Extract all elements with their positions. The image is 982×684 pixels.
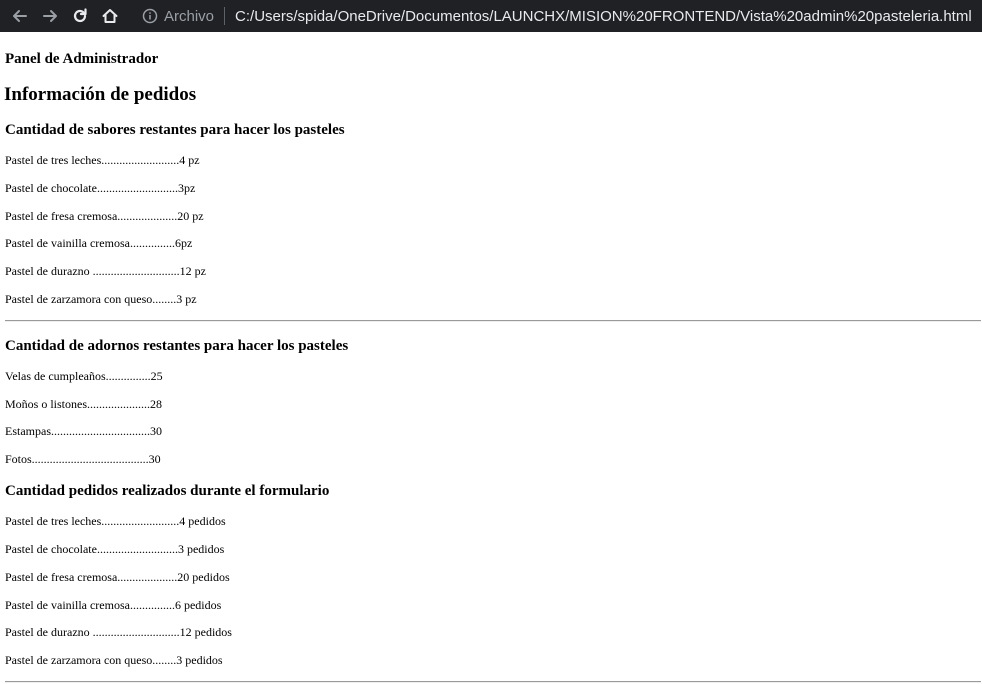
list-item: Pastel de zarzamora con queso........3 p… <box>5 653 223 667</box>
address-bar[interactable]: C:/Users/spida/OneDrive/Documentos/LAUNC… <box>235 8 972 25</box>
list-item: Velas de cumpleaños...............25 <box>5 369 163 383</box>
info-icon <box>142 8 158 24</box>
divider <box>5 320 981 322</box>
section-title-adornos: Cantidad de adornos restantes para hacer… <box>5 338 349 354</box>
address-separator <box>224 7 226 25</box>
arrow-right-icon <box>43 10 57 22</box>
list-item: Fotos...................................… <box>5 452 161 466</box>
home-button[interactable] <box>98 4 122 28</box>
divider <box>5 681 981 683</box>
panel-title: Panel de Administrador <box>5 51 159 67</box>
reload-icon <box>73 8 87 23</box>
arrow-left-icon <box>13 10 27 22</box>
list-item: Pastel de fresa cremosa.................… <box>5 209 204 223</box>
list-item: Pastel de zarzamora con queso........3 p… <box>5 292 197 306</box>
section-title-pedidos: Cantidad pedidos realizados durante el f… <box>5 483 330 499</box>
list-item: Pastel de durazno ......................… <box>5 625 232 639</box>
page-title: Información de pedidos <box>4 84 197 105</box>
browser-toolbar: Archivo C:/Users/spida/OneDrive/Document… <box>0 0 982 32</box>
list-item: Pastel de durazno ......................… <box>5 264 206 278</box>
page-content: Panel de Administrador Información de pe… <box>0 32 982 684</box>
site-info[interactable]: Archivo <box>142 8 214 25</box>
list-item: Pastel de chocolate.....................… <box>5 181 196 195</box>
back-button[interactable] <box>8 4 32 28</box>
home-icon <box>102 9 118 23</box>
list-item: Estampas................................… <box>5 424 162 438</box>
reload-button[interactable] <box>68 4 92 28</box>
list-item: Pastel de fresa cremosa.................… <box>5 570 230 584</box>
section-title-sabores: Cantidad de sabores restantes para hacer… <box>5 122 345 138</box>
url-scheme-label: Archivo <box>164 7 215 25</box>
list-item: Pastel de tres leches...................… <box>5 153 200 167</box>
list-item: Pastel de tres leches...................… <box>5 514 226 528</box>
list-item: Pastel de vainilla cremosa..............… <box>5 236 193 250</box>
forward-button[interactable] <box>38 4 62 28</box>
list-item: Pastel de chocolate.....................… <box>5 542 225 556</box>
list-item: Pastel de vainilla cremosa..............… <box>5 598 222 612</box>
list-item: Moños o listones.....................28 <box>5 397 163 411</box>
